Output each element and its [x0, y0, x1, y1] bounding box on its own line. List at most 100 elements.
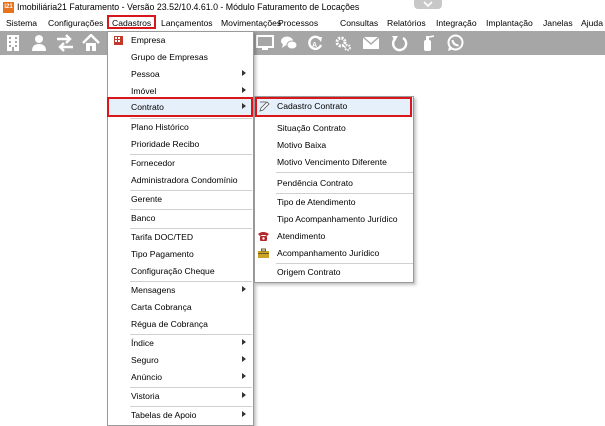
collapse-toolbar-button[interactable] — [414, 0, 442, 9]
menu-sistema[interactable]: Sistema — [6, 18, 37, 28]
menu-item-label: Mensagens — [131, 285, 176, 295]
submenu-arrow-icon — [242, 70, 246, 76]
menu-item-label: Tipo Pagamento — [131, 249, 194, 259]
company-icon — [114, 36, 123, 45]
fire-extinguisher-icon[interactable] — [418, 34, 436, 52]
svg-text:A: A — [312, 42, 317, 49]
cadastros-menu: Empresa Grupo de Empresas Pessoa Imóvel … — [107, 31, 254, 426]
gears-icon[interactable] — [334, 34, 352, 52]
chevron-down-icon — [423, 1, 433, 8]
menu-item-gerente[interactable]: Gerente — [108, 191, 253, 208]
refresh-cycle-icon[interactable]: A — [306, 34, 324, 52]
menu-item-tabelas-apoio[interactable]: Tabelas de Apoio — [108, 407, 253, 424]
submenu-item-motivo-baixa[interactable]: Motivo Baixa — [255, 137, 413, 154]
menu-implantacao[interactable]: Implantação — [486, 18, 533, 28]
submenu-item-tipo-atendimento[interactable]: Tipo de Atendimento — [255, 194, 413, 211]
chat-icon[interactable] — [280, 34, 298, 52]
cadastro-contrato-highlight-box — [255, 97, 412, 117]
menu-item-indice[interactable]: Índice — [108, 335, 253, 352]
menu-item-label: Tabelas de Apoio — [131, 410, 197, 420]
whatsapp-icon[interactable] — [446, 34, 464, 52]
submenu-item-origem-contrato[interactable]: Origem Contrato — [255, 264, 413, 281]
title-bar: i21 Imobiliária21 Faturamento - Versão 2… — [0, 0, 605, 16]
telephone-icon — [258, 231, 269, 241]
menu-relatorios[interactable]: Relatórios — [387, 18, 426, 28]
menu-configuracoes[interactable]: Configurações — [48, 18, 103, 28]
menu-item-label: Gerente — [131, 194, 163, 204]
menu-item-fornecedor[interactable]: Fornecedor — [108, 155, 253, 172]
submenu-item-situacao-contrato[interactable]: Situação Contrato — [255, 120, 413, 137]
menu-item-label: Anúncio — [131, 372, 163, 382]
submenu-item-atendimento[interactable]: Atendimento — [255, 228, 413, 245]
contrato-highlight-box — [107, 97, 253, 117]
submenu-arrow-icon — [242, 286, 246, 292]
submenu-item-label: Motivo Baixa — [277, 140, 327, 150]
submenu-arrow-icon — [242, 411, 246, 417]
menu-item-label: Régua de Cobrança — [131, 319, 208, 329]
menu-item-label: Pessoa — [131, 69, 160, 79]
menu-item-label: Banco — [131, 213, 156, 223]
transfer-icon[interactable] — [56, 34, 74, 52]
menu-processos[interactable]: Processos — [278, 18, 318, 28]
user-icon[interactable] — [30, 34, 48, 52]
menu-item-empresa[interactable]: Empresa — [108, 32, 253, 49]
menu-item-label: Grupo de Empresas — [131, 52, 208, 62]
menu-item-label: Índice — [131, 338, 154, 348]
menu-ajuda[interactable]: Ajuda — [581, 18, 603, 28]
menu-item-seguro[interactable]: Seguro — [108, 352, 253, 369]
menu-item-label: Plano Histórico — [131, 122, 189, 132]
submenu-item-label: Acompanhamento Jurídico — [277, 248, 380, 258]
menu-consultas[interactable]: Consultas — [340, 18, 378, 28]
building-icon[interactable] — [4, 34, 22, 52]
window-title: Imobiliária21 Faturamento - Versão 23.52… — [17, 2, 360, 12]
cadastros-highlight-box — [107, 15, 156, 29]
menu-item-regua-cobranca[interactable]: Régua de Cobrança — [108, 316, 253, 333]
contrato-submenu: Cadastro Contrato Situação Contrato Moti… — [254, 96, 414, 283]
menu-item-configuracao-cheque[interactable]: Configuração Cheque — [108, 263, 253, 280]
app-logo-icon: i21 — [3, 2, 14, 13]
submenu-arrow-icon — [242, 392, 246, 398]
submenu-item-motivo-vencimento-diferente[interactable]: Motivo Vencimento Diferente — [255, 154, 413, 171]
menu-item-label: Tarifa DOC/TED — [131, 232, 194, 242]
submenu-arrow-icon — [242, 356, 246, 362]
menu-janelas[interactable]: Janelas — [543, 18, 573, 28]
menu-item-label: Administradora Condomínio — [131, 175, 238, 185]
menu-item-label: Empresa — [131, 35, 166, 45]
menu-item-banco[interactable]: Banco — [108, 210, 253, 227]
home-icon[interactable] — [82, 34, 100, 52]
menu-item-vistoria[interactable]: Vistoria — [108, 388, 253, 405]
menu-item-anuncio[interactable]: Anúncio — [108, 369, 253, 386]
menu-item-prioridade-recibo[interactable]: Prioridade Recibo — [108, 136, 253, 153]
menu-lancamentos[interactable]: Lançamentos — [161, 18, 213, 28]
menu-item-mensagens[interactable]: Mensagens — [108, 282, 253, 299]
menu-movimentacoes[interactable]: Movimentações — [221, 18, 281, 28]
submenu-item-label: Situação Contrato — [277, 123, 346, 133]
menu-item-grupo-empresas[interactable]: Grupo de Empresas — [108, 49, 253, 66]
submenu-item-label: Pendência Contrato — [277, 178, 353, 188]
menu-item-label: Prioridade Recibo — [131, 139, 200, 149]
submenu-item-label: Tipo de Atendimento — [277, 197, 356, 207]
submenu-arrow-icon — [242, 87, 246, 93]
menu-item-tipo-pagamento[interactable]: Tipo Pagamento — [108, 246, 253, 263]
submenu-item-label: Motivo Vencimento Diferente — [277, 157, 387, 167]
menu-separator — [276, 172, 413, 173]
mail-icon[interactable] — [362, 34, 380, 52]
menu-item-administradora-condominio[interactable]: Administradora Condomínio — [108, 172, 253, 189]
monitor-icon[interactable] — [256, 34, 274, 52]
submenu-item-label: Atendimento — [277, 231, 326, 241]
menu-item-label: Fornecedor — [131, 158, 175, 168]
menu-item-label: Seguro — [131, 355, 159, 365]
submenu-item-pendencia-contrato[interactable]: Pendência Contrato — [255, 175, 413, 192]
undo-icon[interactable] — [390, 34, 408, 52]
submenu-item-acompanhamento-juridico[interactable]: Acompanhamento Jurídico — [255, 245, 413, 262]
menu-item-plano-historico[interactable]: Plano Histórico — [108, 119, 253, 136]
menu-item-carta-cobranca[interactable]: Carta Cobrança — [108, 299, 253, 316]
submenu-item-label: Origem Contrato — [277, 267, 341, 277]
menu-item-label: Vistoria — [131, 391, 160, 401]
submenu-item-tipo-acompanhamento-juridico[interactable]: Tipo Acompanhamento Jurídico — [255, 211, 413, 228]
menu-integracao[interactable]: Integração — [436, 18, 477, 28]
menu-item-tarifa-doc-ted[interactable]: Tarifa DOC/TED — [108, 229, 253, 246]
menu-item-label: Configuração Cheque — [131, 266, 215, 276]
menu-item-pessoa[interactable]: Pessoa — [108, 66, 253, 83]
toolbar: A — [0, 31, 605, 55]
